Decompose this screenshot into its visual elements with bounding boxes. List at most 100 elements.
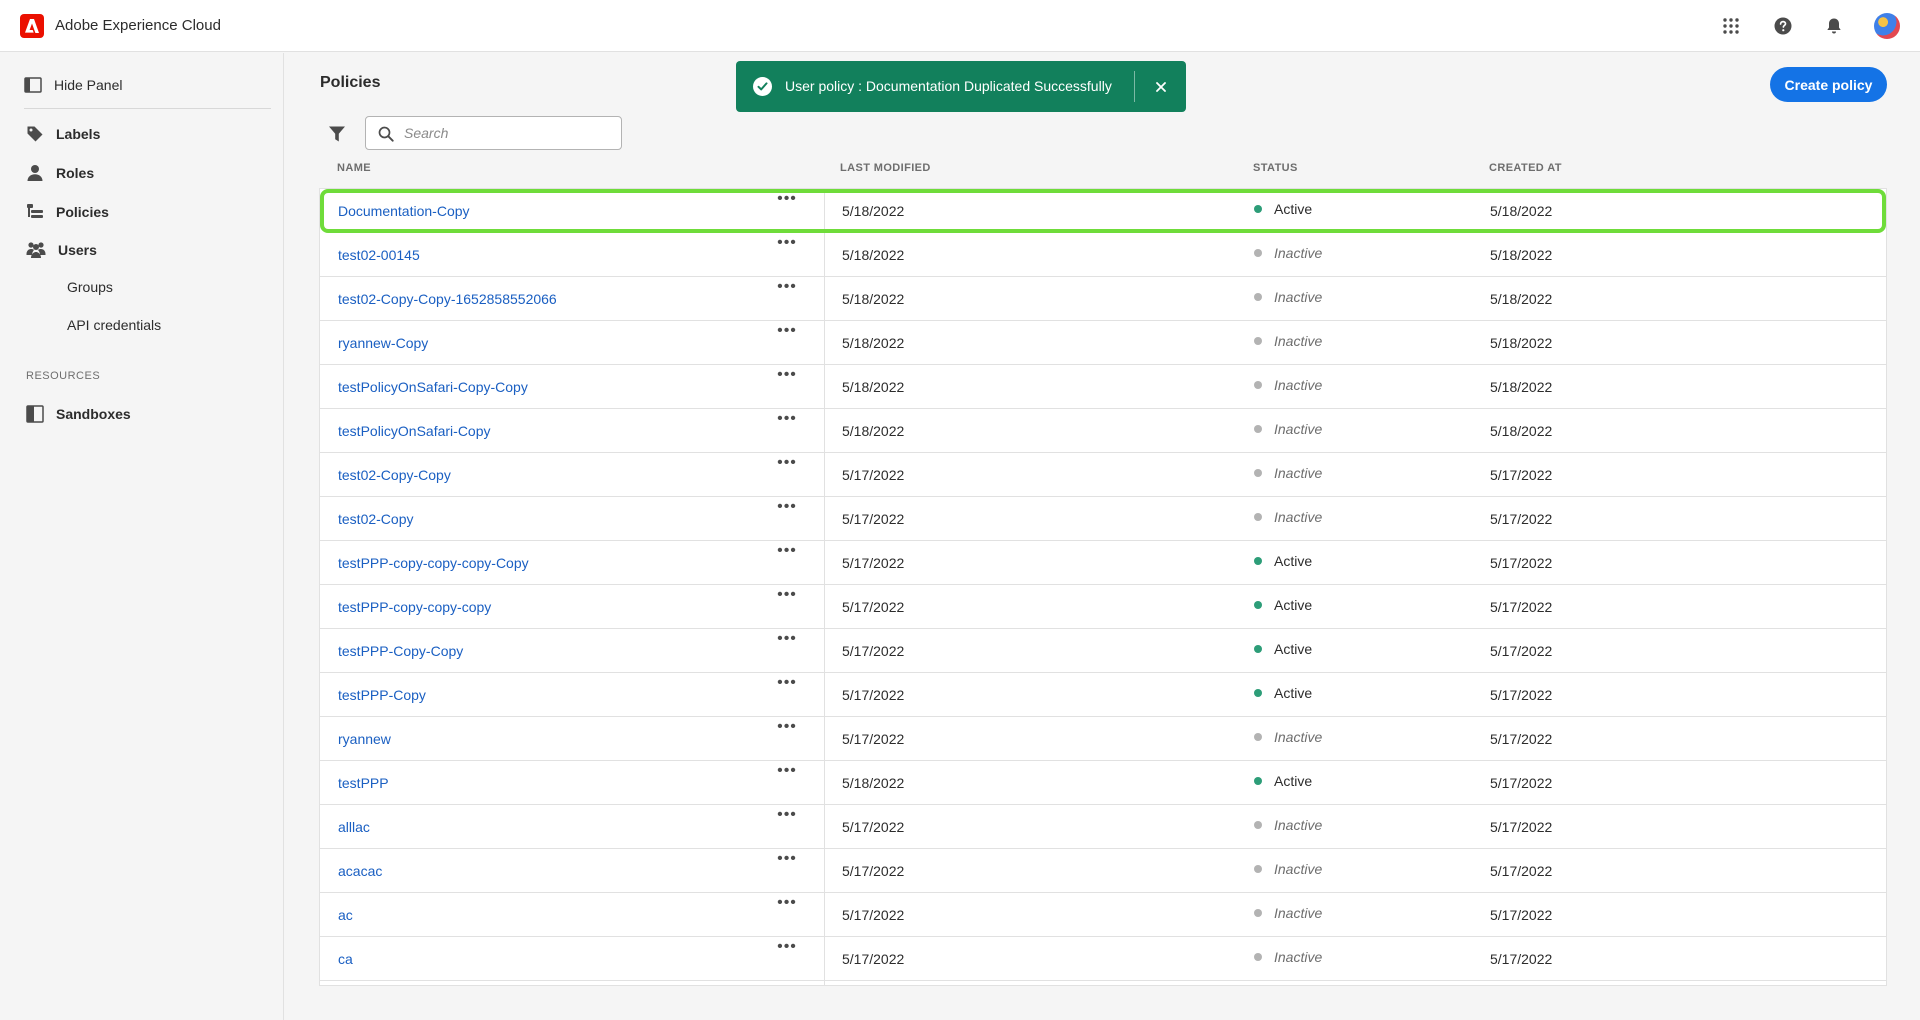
apps-grid-icon[interactable] xyxy=(1719,14,1743,38)
table-row[interactable]: ca ••• 5/17/2022 Inactive 5/17/2022 xyxy=(320,937,1886,981)
policy-name-link[interactable]: acacac xyxy=(338,863,382,879)
status-cell: Inactive xyxy=(1254,375,1322,395)
search-field[interactable] xyxy=(365,116,622,150)
table-row[interactable]: test02-Copy-Copy ••• 5/17/2022 Inactive 5/17… xyxy=(320,453,1886,497)
more-actions-icon[interactable]: ••• xyxy=(775,763,799,784)
table-row[interactable]: ryannew ••• 5/17/2022 Inactive 5/17/2022 xyxy=(320,717,1886,761)
last-modified-cell: 5/17/2022 xyxy=(842,467,905,483)
checkmark-icon xyxy=(753,77,772,96)
table-row[interactable]: testPPP ••• 5/18/2022 Active 5/17/2022 xyxy=(320,761,1886,805)
policy-name-link[interactable]: testPolicyOnSafari-Copy xyxy=(338,423,491,439)
more-actions-icon[interactable]: ••• xyxy=(775,719,799,740)
more-actions-icon[interactable]: ••• xyxy=(775,543,799,564)
more-actions-icon[interactable]: ••• xyxy=(775,851,799,872)
more-actions-icon[interactable]: ••• xyxy=(775,895,799,916)
policy-name-link[interactable]: testPPP-Copy-Copy xyxy=(338,643,463,659)
more-actions-icon[interactable]: ••• xyxy=(775,235,799,256)
sidebar-item-users[interactable]: Users xyxy=(26,237,97,263)
policy-name-link[interactable]: test02-Copy-Copy-1652858552066 xyxy=(338,291,557,307)
policies-table: Documentation-Copy ••• 5/18/2022 Active 5/18… xyxy=(319,188,1887,986)
policy-name-link[interactable]: alllac xyxy=(338,819,370,835)
table-row[interactable]: test02-00145 ••• 5/18/2022 Inactive 5/18/202… xyxy=(320,233,1886,277)
policy-name-link[interactable]: ryannew xyxy=(338,731,391,747)
created-at-cell: 5/17/2022 xyxy=(1490,951,1553,967)
policy-name-link[interactable]: testPPP-copy-copy-copy xyxy=(338,599,491,615)
table-row[interactable]: testPPP-copy-copy-copy ••• 5/17/2022 Active… xyxy=(320,585,1886,629)
last-modified-cell: 5/17/2022 xyxy=(842,599,905,615)
sidebar-item-groups[interactable]: Groups xyxy=(67,279,113,295)
user-avatar[interactable] xyxy=(1874,13,1900,39)
table-row[interactable]: testPPP-copy-copy-copy-Copy ••• 5/17/2022 A… xyxy=(320,541,1886,585)
policy-name-link[interactable]: Documentation-Copy xyxy=(338,203,470,219)
last-modified-cell: 5/17/2022 xyxy=(842,511,905,527)
status-label: Active xyxy=(1274,597,1313,613)
sidebar-item-sandboxes[interactable]: Sandboxes xyxy=(26,401,131,427)
filter-icon[interactable] xyxy=(325,122,349,146)
sidebar-item-label: Labels xyxy=(56,126,101,142)
status-dot-icon xyxy=(1254,601,1262,609)
last-modified-cell: 5/17/2022 xyxy=(842,687,905,703)
table-row[interactable]: ryannew-Copy ••• 5/18/2022 Inactive 5/18/202… xyxy=(320,321,1886,365)
table-row[interactable]: test02-Copy-Copy-1652858552066 ••• 5/18/20… xyxy=(320,277,1886,321)
policy-name-link[interactable]: test02-Copy xyxy=(338,511,413,527)
hide-panel-button[interactable]: Hide Panel xyxy=(24,73,123,97)
column-header-status[interactable]: STATUS xyxy=(1253,162,1298,174)
help-icon[interactable] xyxy=(1771,14,1795,38)
status-cell: Active xyxy=(1254,683,1312,703)
status-cell: Inactive xyxy=(1254,815,1322,835)
more-actions-icon[interactable]: ••• xyxy=(775,587,799,608)
sidebar-item-labels[interactable]: Labels xyxy=(26,121,100,147)
created-at-cell: 5/18/2022 xyxy=(1490,291,1553,307)
sidebar-item-policies[interactable]: Policies xyxy=(26,199,109,225)
more-actions-icon[interactable]: ••• xyxy=(775,939,799,960)
more-actions-icon[interactable]: ••• xyxy=(775,455,799,476)
policy-name-link[interactable]: testPolicyOnSafari-Copy-Copy xyxy=(338,379,528,395)
sidebar-item-roles[interactable]: Roles xyxy=(26,160,94,186)
table-row[interactable]: testPPP-Copy ••• 5/17/2022 Active 5/17/2022 xyxy=(320,673,1886,717)
policy-name-link[interactable]: testPPP-Copy xyxy=(338,687,426,703)
more-actions-icon[interactable]: ••• xyxy=(775,191,799,212)
policy-name-link[interactable]: ac xyxy=(338,907,353,923)
table-row[interactable]: acacac ••• 5/17/2022 Inactive 5/17/2022 xyxy=(320,849,1886,893)
table-row[interactable]: ac ••• 5/17/2022 Inactive 5/17/2022 xyxy=(320,893,1886,937)
sidebar-item-label: Users xyxy=(58,242,97,258)
more-actions-icon[interactable]: ••• xyxy=(775,367,799,388)
table-row[interactable]: testPolicyOnSafari-Copy-Copy ••• 5/18/2022… xyxy=(320,365,1886,409)
table-row[interactable]: testPolicyOnSafari-Copy ••• 5/18/2022 Inact… xyxy=(320,409,1886,453)
policy-name-link[interactable]: testPPP xyxy=(338,775,389,791)
more-actions-icon[interactable]: ••• xyxy=(775,411,799,432)
close-icon[interactable] xyxy=(1149,75,1173,99)
adobe-logo-icon[interactable] xyxy=(20,14,44,38)
status-cell: Inactive xyxy=(1254,859,1322,879)
more-actions-icon[interactable]: ••• xyxy=(775,323,799,344)
policy-name-link[interactable]: ca xyxy=(338,951,353,967)
more-actions-icon[interactable]: ••• xyxy=(775,499,799,520)
policy-name-link[interactable]: test02-00145 xyxy=(338,247,420,263)
search-input[interactable] xyxy=(404,118,614,148)
status-cell: Inactive xyxy=(1254,419,1322,439)
policy-name-link[interactable]: testPPP-copy-copy-copy-Copy xyxy=(338,555,529,571)
status-label: Active xyxy=(1274,201,1313,217)
more-actions-icon[interactable]: ••• xyxy=(775,279,799,300)
bell-icon[interactable] xyxy=(1822,14,1846,38)
more-actions-icon[interactable]: ••• xyxy=(775,807,799,828)
column-header-name[interactable]: NAME xyxy=(337,162,371,174)
table-row[interactable]: Documentation-Copy ••• 5/18/2022 Active 5/18… xyxy=(320,189,1886,233)
table-row[interactable]: test02-Copy ••• 5/17/2022 Inactive 5/17/2022 xyxy=(320,497,1886,541)
toast-message: User policy : Documentation Duplicated S… xyxy=(785,78,1112,94)
more-actions-icon[interactable]: ••• xyxy=(775,631,799,652)
policy-name-link[interactable]: ryannew-Copy xyxy=(338,335,428,351)
create-policy-button[interactable]: Create policy xyxy=(1770,67,1887,102)
status-label: Inactive xyxy=(1274,333,1323,349)
brand-name[interactable]: Adobe Experience Cloud xyxy=(55,17,221,34)
status-dot-icon xyxy=(1254,513,1262,521)
column-header-created-at[interactable]: CREATED AT xyxy=(1489,162,1562,174)
table-row[interactable]: alllac ••• 5/17/2022 Inactive 5/17/2022 xyxy=(320,805,1886,849)
sidebar-item-api-credentials[interactable]: API credentials xyxy=(67,317,161,333)
status-label: Inactive xyxy=(1274,509,1323,525)
table-row[interactable]: testPPP-Copy-Copy ••• 5/17/2022 Active 5/17/… xyxy=(320,629,1886,673)
last-modified-cell: 5/18/2022 xyxy=(842,247,905,263)
more-actions-icon[interactable]: ••• xyxy=(775,675,799,696)
column-header-last-modified[interactable]: LAST MODIFIED xyxy=(840,162,931,174)
policy-name-link[interactable]: test02-Copy-Copy xyxy=(338,467,451,483)
